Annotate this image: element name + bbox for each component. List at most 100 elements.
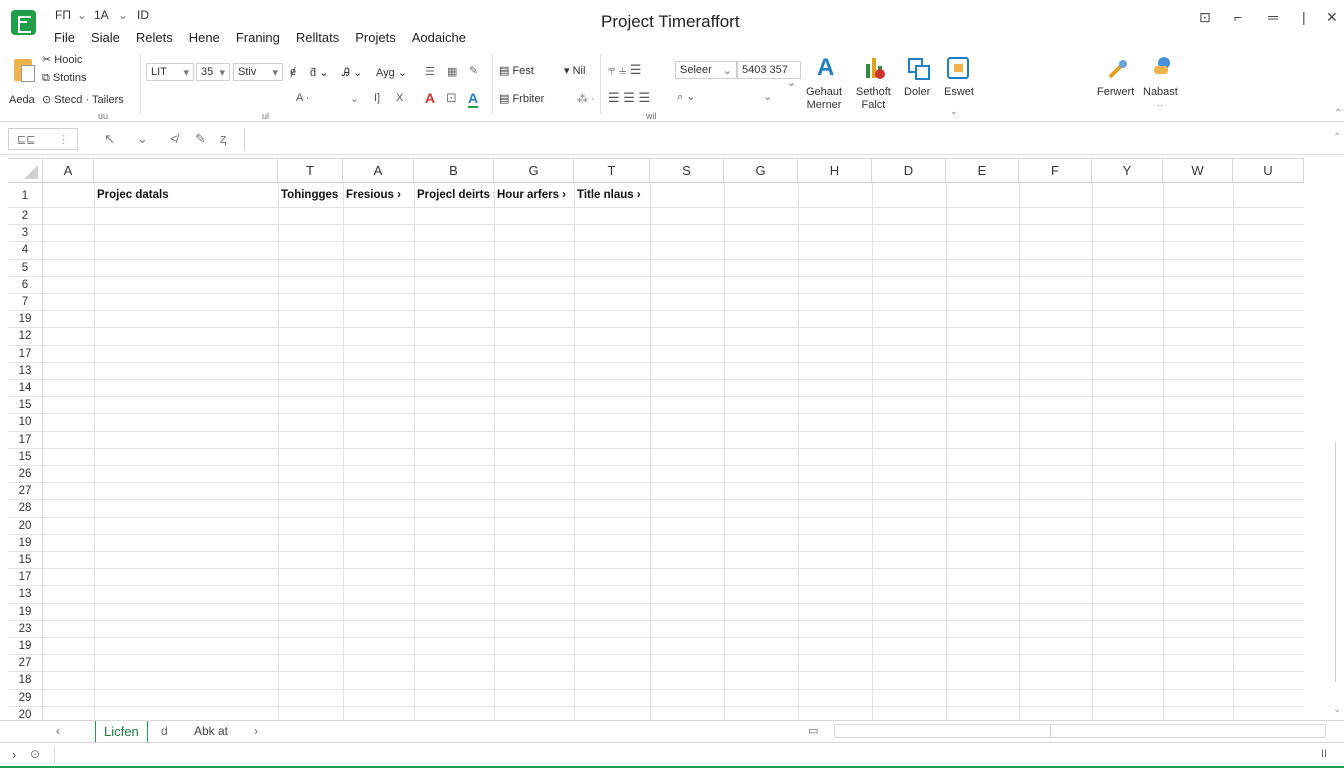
row-header[interactable]: 1 (8, 184, 43, 207)
column-header[interactable]: S (650, 159, 724, 183)
nabast-more-icon[interactable]: ·· (1157, 100, 1163, 110)
row-header[interactable]: 17 (8, 431, 43, 448)
row-header[interactable]: 19 (8, 603, 43, 620)
more-dropdown-icon[interactable]: ⌄ (350, 92, 359, 105)
column-header[interactable]: G (494, 159, 574, 183)
status-expand-icon[interactable]: › (12, 747, 16, 762)
font-size-dropdown[interactable]: 35 ▾ (196, 63, 230, 81)
quick-access-undo[interactable]: 1A (94, 8, 109, 22)
clear-format-icon[interactable]: Ꭿ ⌄ (342, 66, 362, 80)
format-painter-button[interactable]: ⊙ Stecd · Tailers (42, 93, 124, 106)
prev-sheet-icon[interactable]: ‹ (56, 724, 60, 738)
row-header[interactable]: 19 (8, 638, 43, 655)
align-top-icon[interactable]: ⫧ ⫨ ☰ (608, 62, 642, 78)
row-header[interactable]: 19 (8, 311, 43, 328)
row-header[interactable]: 13 (8, 586, 43, 603)
column-header[interactable]: A (343, 159, 414, 183)
confirm-icon[interactable]: ⌄ (137, 131, 148, 147)
column-header[interactable]: G (724, 159, 798, 183)
row-header[interactable]: 4 (8, 242, 43, 259)
row-header[interactable]: 3 (8, 225, 43, 242)
row-header[interactable]: 19 (8, 534, 43, 551)
menu-siale[interactable]: Siale (91, 30, 120, 45)
column-header[interactable]: Y (1092, 159, 1163, 183)
header-cell[interactable]: Projec datals (94, 184, 278, 207)
header-cell[interactable]: Fresious › (343, 184, 414, 207)
collapse-ribbon-icon[interactable]: ⌃ (1334, 108, 1342, 119)
style-dropdown[interactable]: Stiv ▾ (233, 63, 283, 81)
row-header[interactable]: 10 (8, 414, 43, 431)
eswet-dropdown-icon[interactable]: ⌄ (950, 106, 958, 117)
row-header[interactable]: 17 (8, 569, 43, 586)
grow-font-icon[interactable]: ɇ (290, 66, 296, 78)
share-icon[interactable]: ≮ (170, 131, 178, 146)
select-all-corner[interactable] (8, 159, 43, 183)
menu-relltats[interactable]: Relltats (296, 30, 339, 45)
quick-access-save[interactable]: FΠ (55, 8, 71, 22)
close-icon[interactable]: ✕ (1326, 9, 1338, 26)
vertical-scroll-thumb[interactable] (1335, 442, 1343, 682)
table-icon[interactable]: ▦ (447, 65, 457, 78)
spreadsheet-grid[interactable]: ATABGTSGHDEFYWU 1 Projec datals Tohingges F… (8, 158, 1304, 720)
column-header[interactable]: D (872, 159, 946, 183)
menu-relets[interactable]: Relets (136, 30, 173, 45)
horizontal-scrollbar[interactable] (834, 724, 1326, 738)
font-color-icon[interactable]: A (425, 90, 435, 106)
borders-icon[interactable]: ⊡ (446, 90, 457, 106)
header-cell[interactable]: Tohingges (278, 184, 343, 207)
row-header[interactable]: 20 (8, 706, 43, 720)
cut-button[interactable]: ✂ Hooic (42, 53, 82, 66)
nil-dropdown[interactable]: ▾ Nil (564, 64, 585, 77)
restore-icon[interactable]: ═ (1268, 9, 1278, 25)
header-cell[interactable]: Title nlaus › (574, 184, 650, 207)
menu-hene[interactable]: Hene (189, 30, 220, 45)
number-format-dropdown[interactable]: Seleer ⌄ (675, 61, 737, 79)
text-format-dropdown[interactable]: Ayg ⌄ (376, 66, 407, 79)
row-header[interactable]: 5 (8, 259, 43, 276)
formula-input[interactable] (244, 128, 1330, 150)
next-sheet-icon[interactable]: › (254, 724, 258, 738)
header-cell[interactable]: Projecl deirts › (414, 184, 494, 207)
name-box[interactable]: ⊑⊑ ⋮ (8, 128, 78, 150)
edit-icon[interactable]: ✎ (195, 131, 206, 147)
row-header[interactable]: 28 (8, 500, 43, 517)
row-header[interactable]: 14 (8, 380, 43, 397)
vertical-scrollbar[interactable]: ⌃ ⌄ (1332, 130, 1344, 720)
sheet-tab-other[interactable]: Abk at (186, 721, 236, 743)
number-value-dropdown[interactable]: 5403 357 ⌄ (737, 61, 801, 89)
text-more-icon[interactable]: ⁂ · (577, 92, 595, 105)
column-header[interactable]: B (414, 159, 494, 183)
column-header[interactable]: H (798, 159, 872, 183)
menu-projets[interactable]: Projets (355, 30, 395, 45)
copy-button[interactable]: ⧉ Stotins (42, 72, 87, 85)
row-header[interactable]: 7 (8, 294, 43, 311)
quick-access-dropdown-icon[interactable]: ⌄ (77, 8, 87, 22)
frbiter-button[interactable]: ▤ Frbiter (499, 92, 544, 105)
sheet-tab-active[interactable]: Licfen (95, 721, 148, 743)
column-header[interactable]: A (43, 159, 94, 183)
italic-icon[interactable]: I] (374, 92, 380, 104)
row-header[interactable]: 2 (8, 208, 43, 225)
view-toggle-icon[interactable]: ▭ (808, 724, 818, 737)
scroll-up-icon[interactable]: ⌃ (1333, 132, 1341, 143)
menu-franing[interactable]: Franing (236, 30, 280, 45)
status-right-icon[interactable]: II (1321, 748, 1327, 760)
paste-icon[interactable] (14, 59, 35, 82)
row-header[interactable]: 27 (8, 655, 43, 672)
row-header[interactable]: 15 (8, 397, 43, 414)
horizontal-scroll-thumb[interactable] (1050, 725, 1051, 737)
paste-button[interactable]: Aeda (9, 94, 35, 106)
row-header[interactable]: 18 (8, 672, 43, 689)
column-header[interactable]: T (574, 159, 650, 183)
row-header[interactable]: 17 (8, 345, 43, 362)
row-header[interactable]: 23 (8, 620, 43, 637)
column-header[interactable]: U (1233, 159, 1304, 183)
menu-aodaiche[interactable]: Aodaiche (412, 30, 466, 45)
menu-file[interactable]: File (54, 30, 75, 45)
align-list-icon[interactable]: ☰ (425, 65, 435, 78)
pen-icon[interactable]: ✎ (469, 64, 478, 77)
quick-access-redo[interactable]: ID (137, 8, 149, 22)
font-name-dropdown[interactable]: LIT ▾ (146, 63, 194, 81)
column-header[interactable]: W (1163, 159, 1233, 183)
align-bottom-icon[interactable]: ☰ ☰ ☰ (608, 90, 650, 106)
